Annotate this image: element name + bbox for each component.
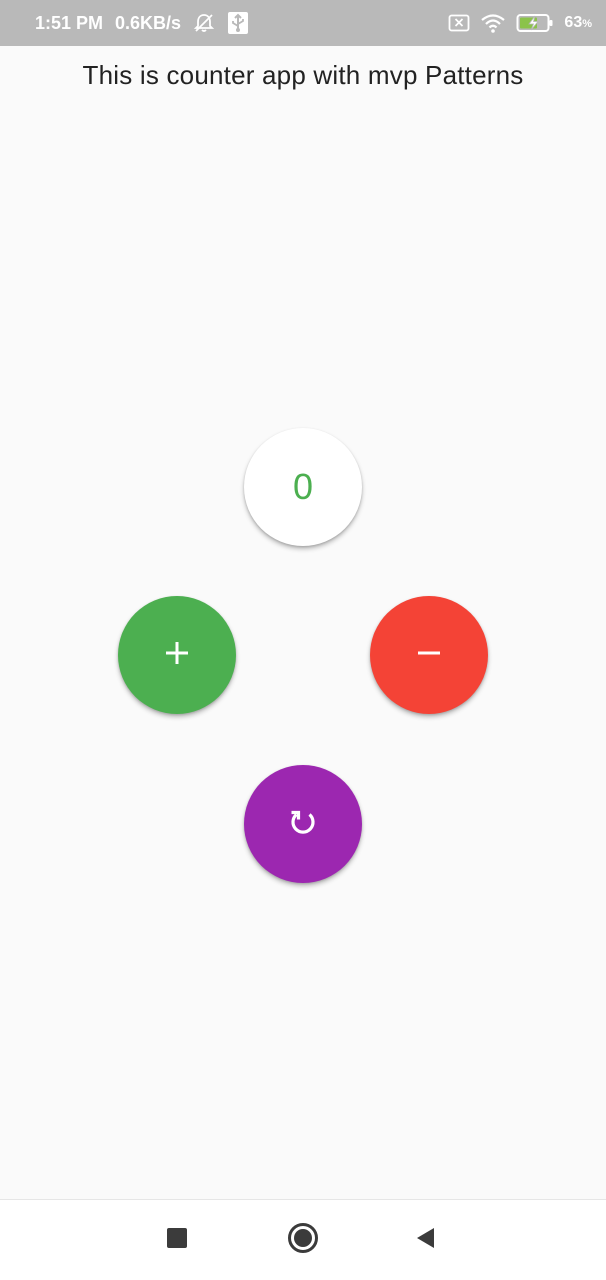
- counter-display: 0: [244, 428, 362, 546]
- battery-charging-icon: [516, 13, 554, 33]
- refresh-icon: [286, 805, 320, 844]
- recents-square-icon: [166, 1227, 188, 1254]
- plus-icon: [164, 640, 190, 671]
- screen: 1:51 PM 0.6KB/s 63% This is counter app …: [0, 0, 606, 1280]
- home-circle-icon: [287, 1222, 319, 1259]
- counter-value: 0: [292, 466, 314, 507]
- recents-button[interactable]: [157, 1220, 197, 1260]
- status-bar: 1:51 PM 0.6KB/s 63%: [0, 0, 606, 46]
- sim-x-icon: [448, 14, 470, 32]
- status-bar-right: 63%: [448, 13, 592, 33]
- wifi-icon: [480, 13, 506, 33]
- reset-button[interactable]: [244, 765, 362, 883]
- back-button[interactable]: [406, 1220, 446, 1260]
- increment-button[interactable]: [118, 596, 236, 714]
- navigation-bar: [0, 1199, 606, 1280]
- decrement-button[interactable]: [370, 596, 488, 714]
- back-triangle-icon: [414, 1226, 438, 1255]
- status-network-speed: 0.6KB/s: [115, 12, 182, 33]
- page-title: This is counter app with mvp Patterns: [82, 60, 524, 90]
- status-bar-left: 1:51 PM 0.6KB/s: [35, 11, 249, 35]
- status-time: 1:51 PM: [35, 12, 104, 33]
- usb-icon: [227, 11, 249, 35]
- minus-icon: [416, 640, 442, 671]
- battery-percentage: 63%: [564, 14, 592, 31]
- mute-alarm-icon: [193, 12, 215, 34]
- home-button[interactable]: [283, 1220, 323, 1260]
